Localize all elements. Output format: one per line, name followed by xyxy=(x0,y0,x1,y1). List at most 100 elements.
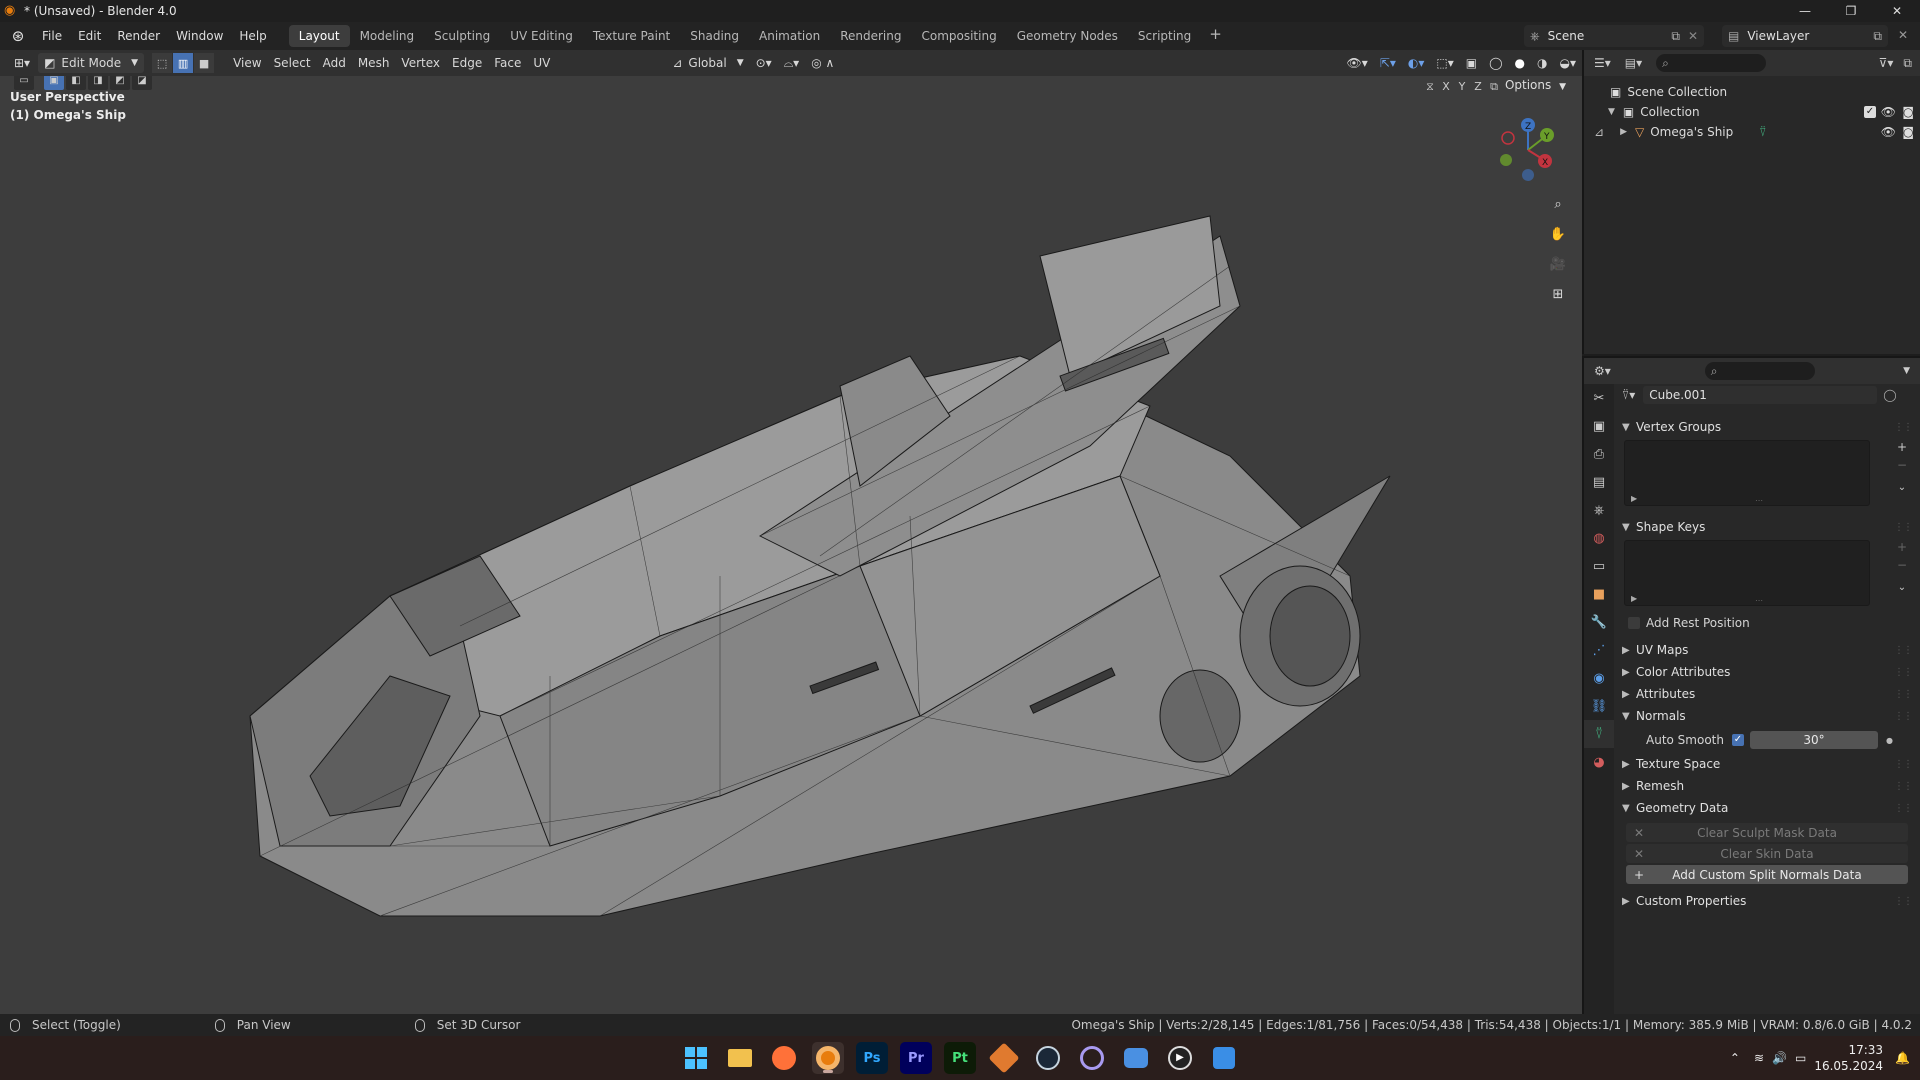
shape-keys-panel[interactable]: ▼ Shape Keys ⋮⋮ xyxy=(1614,516,1920,538)
menu-view[interactable]: View xyxy=(227,53,267,73)
vertex-groups-panel[interactable]: ▼ Vertex Groups ⋮⋮ xyxy=(1614,416,1920,438)
extend-selection-icon[interactable]: ◧ xyxy=(66,76,86,90)
add-workspace-button[interactable]: + xyxy=(1201,25,1230,47)
intersect-selection-icon[interactable]: ◪ xyxy=(132,76,152,90)
blender-menu-icon[interactable]: ⊛ xyxy=(8,26,28,46)
paint-app-icon[interactable] xyxy=(1208,1042,1240,1074)
tab-uv-editing[interactable]: UV Editing xyxy=(500,25,583,47)
visibility-icon[interactable]: 👁▾ xyxy=(1341,53,1374,73)
panel-grip-icon[interactable]: ⋮⋮ xyxy=(1894,689,1913,700)
add-custom-split-normals-button[interactable]: + Add Custom Split Normals Data xyxy=(1626,865,1908,884)
scene-tab-icon[interactable]: ⎈ xyxy=(1584,496,1614,524)
xray-icon[interactable]: ▣ xyxy=(1460,53,1483,73)
add-shape-key-icon[interactable]: + xyxy=(1892,540,1912,558)
render-tab-icon[interactable]: ▣ xyxy=(1584,412,1614,440)
camera-icon[interactable]: ◙ xyxy=(1902,125,1914,139)
wifi-icon[interactable]: ≋ xyxy=(1754,1051,1764,1065)
add-rest-position-checkbox[interactable] xyxy=(1628,617,1640,629)
panel-grip-icon[interactable]: ⋮⋮ xyxy=(1894,711,1913,722)
tab-scripting[interactable]: Scripting xyxy=(1128,25,1201,47)
blender-icon[interactable] xyxy=(812,1042,844,1074)
panel-grip-icon[interactable]: ⋮⋮ xyxy=(1894,759,1913,770)
properties-search-field[interactable]: ⌕ xyxy=(1704,362,1815,380)
new-collection-icon[interactable]: ⧉ xyxy=(1903,56,1912,71)
new-scene-icon[interactable]: ⧉ xyxy=(1671,29,1680,44)
panel-grip-icon[interactable]: ⋮⋮ xyxy=(1894,422,1913,433)
gizmo-neg-z-axis[interactable] xyxy=(1522,169,1534,181)
pivot-point-icon[interactable]: ⊙▾ xyxy=(750,53,778,73)
world-tab-icon[interactable]: ◍ xyxy=(1584,524,1614,552)
color-attributes-panel[interactable]: ▶ Color Attributes ⋮⋮ xyxy=(1614,661,1920,683)
mode-dropdown[interactable]: ◩ Edit Mode ▼ xyxy=(38,53,145,73)
set-selection-icon[interactable]: ▣ xyxy=(44,76,64,90)
minimize-button[interactable]: — xyxy=(1782,0,1828,22)
menu-mesh[interactable]: Mesh xyxy=(352,53,396,73)
pan-hand-icon[interactable]: ✋ xyxy=(1546,222,1570,246)
geometry-data-panel[interactable]: ▼ Geometry Data ⋮⋮ xyxy=(1614,797,1920,819)
gizmo-toggle-icon[interactable]: ⇱▾ xyxy=(1374,53,1402,73)
overlays-icon[interactable]: ◐▾ xyxy=(1402,53,1431,73)
menu-face[interactable]: Face xyxy=(488,53,527,73)
close-button[interactable]: ✕ xyxy=(1874,0,1920,22)
mirror-z-toggle[interactable]: Z xyxy=(1470,78,1486,96)
menu-window[interactable]: Window xyxy=(168,25,231,47)
data-name-field[interactable]: Cube.001 xyxy=(1643,386,1878,404)
list-resize-grip-icon[interactable]: ⋯ xyxy=(1755,596,1763,605)
vertex-group-menu-icon[interactable]: ⌄ xyxy=(1892,482,1912,500)
clock[interactable]: 17:33 16.05.2024 xyxy=(1814,1042,1883,1074)
menu-add[interactable]: Add xyxy=(317,53,352,73)
zoom-icon[interactable]: ⌕ xyxy=(1546,192,1570,216)
options-dropdown[interactable]: Options ▼ xyxy=(1499,76,1572,94)
panel-grip-icon[interactable]: ⋮⋮ xyxy=(1894,645,1913,656)
battery-icon[interactable]: ▭ xyxy=(1795,1051,1806,1065)
clear-skin-data-button[interactable]: ✕ Clear Skin Data xyxy=(1626,844,1908,863)
shape-keys-list[interactable]: ▶ ⋯ xyxy=(1624,540,1870,606)
tab-layout[interactable]: Layout xyxy=(288,25,350,47)
panel-grip-icon[interactable]: ⋮⋮ xyxy=(1894,781,1913,792)
gizmo-neg-x-axis[interactable] xyxy=(1501,131,1515,145)
subtract-selection-icon[interactable]: ◨ xyxy=(88,76,108,90)
outliner-object-row[interactable]: ⊿ ▶ ▽ Omega's Ship ⍢ 👁 ◙ xyxy=(1584,122,1920,142)
list-expand-icon[interactable]: ▶ xyxy=(1631,494,1637,503)
menu-edge[interactable]: Edge xyxy=(446,53,488,73)
remove-view-layer-icon[interactable]: ✕ xyxy=(1898,28,1908,42)
uv-maps-panel[interactable]: ▶ UV Maps ⋮⋮ xyxy=(1614,639,1920,661)
3d-viewport[interactable]: User Perspective (1) Omega's Ship ▭ ▣ ◧ … xyxy=(0,76,1582,1014)
tab-rendering[interactable]: Rendering xyxy=(830,25,911,47)
rendered-shading-icon[interactable]: ◒▾ xyxy=(1554,53,1583,73)
outliner-editor-type-icon[interactable]: ☰▾ xyxy=(1594,56,1611,70)
add-vertex-group-icon[interactable]: + xyxy=(1892,440,1912,458)
outliner-scene-collection[interactable]: ▣ Scene Collection xyxy=(1584,82,1920,102)
attributes-panel[interactable]: ▶ Attributes ⋮⋮ xyxy=(1614,683,1920,705)
tray-overflow-icon[interactable]: ⌃ xyxy=(1730,1051,1740,1065)
new-view-layer-icon[interactable]: ⧉ xyxy=(1873,29,1882,44)
options-chevron-icon[interactable]: ▼ xyxy=(1903,366,1910,376)
gizmo-neg-y-axis[interactable] xyxy=(1500,154,1512,166)
notifications-icon[interactable]: 🔔 xyxy=(1895,1051,1910,1065)
menu-render[interactable]: Render xyxy=(109,25,168,47)
mirror-icon[interactable]: ⧖ xyxy=(1422,78,1438,96)
add-rest-position-row[interactable]: Add Rest Position xyxy=(1614,612,1920,634)
chat-app-icon[interactable] xyxy=(1120,1042,1152,1074)
mesh-data-icon[interactable]: ⍢ xyxy=(1759,125,1766,140)
menu-file[interactable]: File xyxy=(34,25,70,47)
mirror-x-toggle[interactable]: X xyxy=(1438,78,1454,96)
collection-tab-icon[interactable]: ▭ xyxy=(1584,552,1614,580)
tab-shading[interactable]: Shading xyxy=(680,25,749,47)
view-layer-selector[interactable]: ▤ ViewLayer ⧉ xyxy=(1722,25,1888,47)
tab-geometry-nodes[interactable]: Geometry Nodes xyxy=(1007,25,1128,47)
panel-grip-icon[interactable]: ⋮⋮ xyxy=(1894,803,1913,814)
start-icon[interactable] xyxy=(680,1042,712,1074)
proportional-edit-icon[interactable]: ◎ ∧ xyxy=(805,53,840,73)
firefox-icon[interactable] xyxy=(768,1042,800,1074)
select-box-tool-icon[interactable]: ▭ xyxy=(14,76,34,90)
expand-arrow-icon[interactable]: ▼ xyxy=(1608,107,1615,117)
wireframe-shading-icon[interactable]: ◯ xyxy=(1483,53,1508,73)
physics-tab-icon[interactable]: ◉ xyxy=(1584,664,1614,692)
camera-view-icon[interactable]: 🎥 xyxy=(1546,252,1570,276)
face-select-icon[interactable]: ■ xyxy=(194,53,215,73)
eye-icon[interactable]: 👁 xyxy=(1881,125,1896,139)
outliner-collection[interactable]: ▼ ▣ Collection ✓ 👁 ◙ xyxy=(1584,102,1920,122)
modifier-tab-icon[interactable]: 🔧 xyxy=(1584,608,1614,636)
mesh-data-tab-icon[interactable]: ⍢ xyxy=(1584,720,1614,748)
